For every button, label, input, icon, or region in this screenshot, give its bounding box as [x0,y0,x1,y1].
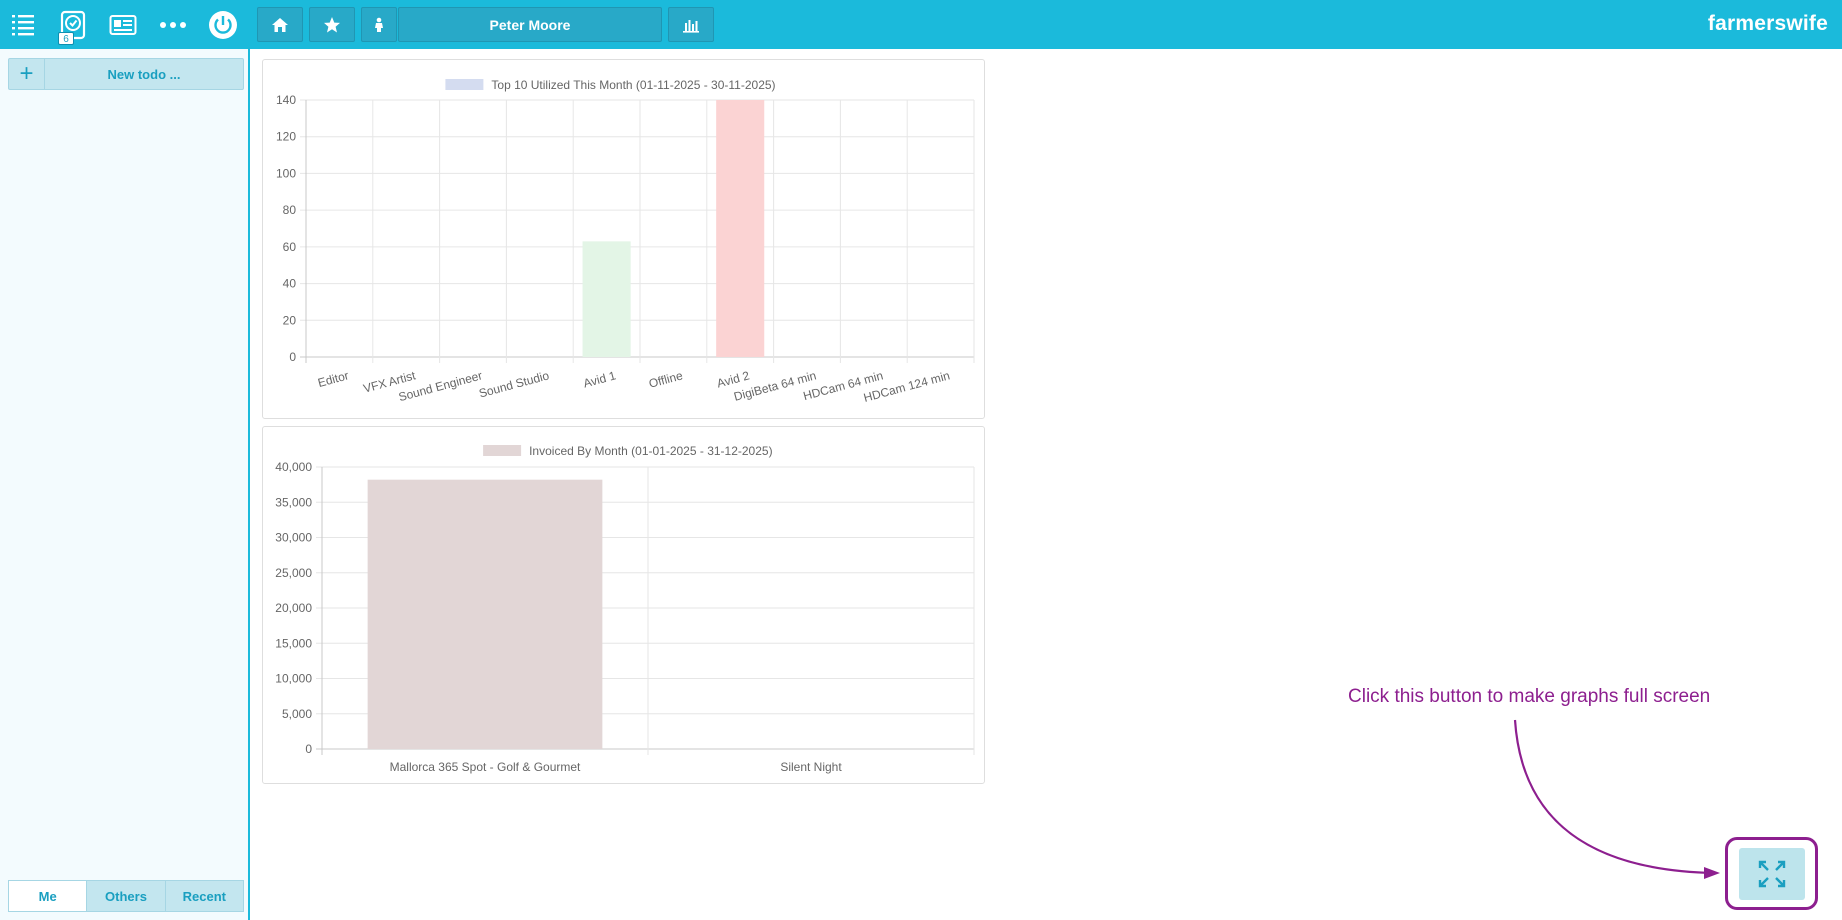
favorites-button[interactable] [309,7,355,42]
y-tick-label: 25,000 [275,566,312,580]
person-button[interactable] [361,7,397,42]
utilization-chart-panel: Top 10 Utilized This Month (01-11-2025 -… [262,59,985,419]
notification-badge: 6 [58,32,74,45]
more-icon[interactable] [156,8,190,42]
new-todo-button[interactable]: New todo ... [45,59,243,89]
y-tick-label: 100 [276,166,296,180]
top-bar: 6 Peter Moore farmerswife [0,0,1842,49]
bar-mallorca-365-spot-golf-gourmet [367,479,603,749]
reports-button[interactable] [668,7,714,42]
y-tick-label: 30,000 [275,531,312,545]
x-tick-label: Avid 1 [582,368,618,390]
y-tick-label: 140 [276,93,296,107]
y-tick-label: 0 [305,742,312,756]
new-todo-row: + New todo ... [8,58,244,90]
home-button[interactable] [257,7,303,42]
legend-swatch [445,79,484,90]
y-tick-label: 35,000 [275,495,312,509]
annotation-arrow [1513,719,1720,879]
legend-swatch [483,445,522,456]
x-tick-label: Sound Studio [477,368,551,400]
y-tick-label: 15,000 [275,636,312,650]
list-icon[interactable] [6,8,40,42]
tab-others[interactable]: Others [87,881,166,911]
annotation-text: Click this button to make graphs full sc… [1348,686,1711,707]
tab-me[interactable]: Me [9,881,88,911]
sidebar-tabs: Me Others Recent [8,880,244,912]
bar-avid-2 [716,100,765,357]
y-tick-label: 40,000 [275,460,312,474]
y-tick-label: 40 [283,277,297,291]
y-tick-label: 0 [289,350,296,364]
fullscreen-button[interactable] [1738,847,1805,900]
user-name-button[interactable]: Peter Moore [398,7,662,42]
top-left-icons: 6 [0,0,250,49]
add-todo-button[interactable]: + [9,59,45,89]
y-tick-label: 60 [283,240,297,254]
sidebar: + New todo ... Me Others Recent [0,49,250,920]
chart-title: Top 10 Utilized This Month (01-11-2025 -… [491,78,775,92]
fullscreen-highlight [1725,837,1818,910]
x-tick-label: Offline [647,368,684,391]
y-tick-label: 80 [283,203,297,217]
y-tick-label: 10,000 [275,672,312,686]
tab-recent[interactable]: Recent [165,881,243,911]
x-tick-label: Editor [316,368,350,390]
x-tick-label: Mallorca 365 Spot - Golf & Gourmet [390,760,581,774]
power-icon[interactable] [206,8,240,42]
y-tick-label: 20 [283,313,297,327]
home-icon [272,17,288,32]
utilization-chart: Top 10 Utilized This Month (01-11-2025 -… [276,78,975,405]
bar-avid-1 [582,241,631,357]
invoiced-chart: Invoiced By Month (01-01-2025 - 31-12-20… [275,444,975,774]
chart-title: Invoiced By Month (01-01-2025 - 31-12-20… [529,444,772,458]
y-tick-label: 120 [276,130,296,144]
star-icon [324,16,340,32]
brand-logo: farmerswife [1707,12,1828,35]
card-icon[interactable] [106,8,140,42]
bar-chart-icon [683,19,699,33]
y-tick-label: 5,000 [282,707,312,721]
person-icon [375,17,383,32]
invoiced-chart-panel: Invoiced By Month (01-01-2025 - 31-12-20… [262,426,985,784]
y-tick-label: 20,000 [275,601,312,615]
x-tick-label: Silent Night [780,760,842,774]
expand-icon [1758,860,1785,887]
